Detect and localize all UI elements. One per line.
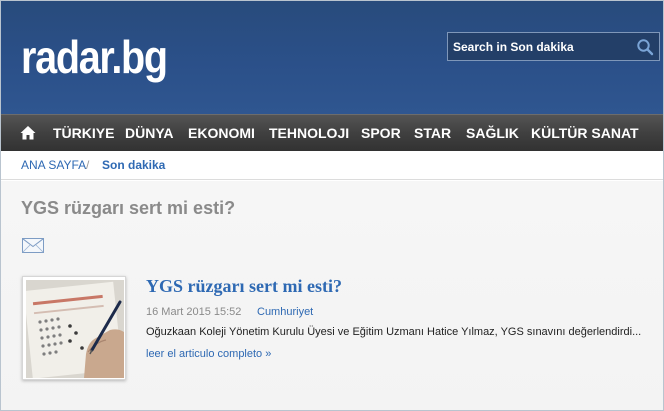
- breadcrumb-home-link[interactable]: ANA SAYFA: [21, 151, 86, 180]
- nav-item-kultur-sanat[interactable]: KÜLTÜR SANAT: [531, 115, 639, 151]
- search-icon[interactable]: [636, 38, 654, 56]
- article-date: 16 Mart 2015 15:52: [146, 306, 242, 318]
- page-title: YGS rüzgarı sert mi esti?: [21, 198, 236, 218]
- exam-sheet-image: [23, 280, 124, 379]
- home-icon[interactable]: [19, 124, 37, 142]
- nav-item-spor[interactable]: SPOR: [361, 115, 401, 151]
- nav-item-tehnoloji[interactable]: TEHNOLOJI: [269, 115, 349, 151]
- site-logo[interactable]: radar.bg: [21, 27, 168, 87]
- article-title-link[interactable]: YGS rüzgarı sert mi esti?: [146, 276, 342, 297]
- nav-item-turkiye[interactable]: TÜRKIYE: [53, 115, 114, 151]
- search-input[interactable]: [448, 33, 633, 60]
- main-nav: TÜRKIYE DÜNYA EKONOMI TEHNOLOJI SPOR STA…: [1, 114, 663, 151]
- search-box[interactable]: [447, 32, 660, 61]
- nav-item-ekonomi[interactable]: EKONOMI: [188, 115, 255, 151]
- article-source-link[interactable]: Cumhuriyet: [257, 306, 313, 318]
- breadcrumb-separator: /: [86, 158, 90, 172]
- main-content: YGS rüzgarı sert mi esti? YGS rüzgarı se…: [1, 181, 663, 410]
- read-more-link[interactable]: leer el articulo completo »: [146, 348, 271, 360]
- article-thumbnail[interactable]: [22, 276, 126, 380]
- page-frame: radar.bg TÜRKIYE DÜNYA EKONOMI TEHNOLOJI…: [0, 0, 664, 411]
- breadcrumb-current-link[interactable]: Son dakika: [102, 151, 165, 180]
- article-excerpt: Oğuzkaan Koleji Yönetim Kurulu Üyesi ve …: [146, 326, 642, 338]
- site-header: radar.bg: [1, 1, 663, 114]
- nav-item-dunya[interactable]: DÜNYA: [125, 115, 174, 151]
- nav-item-saglik[interactable]: SAĞLIK: [466, 115, 519, 151]
- mail-icon[interactable]: [22, 238, 44, 253]
- nav-item-star[interactable]: STAR: [414, 115, 451, 151]
- breadcrumb: ANA SAYFA / Son dakika: [1, 151, 663, 180]
